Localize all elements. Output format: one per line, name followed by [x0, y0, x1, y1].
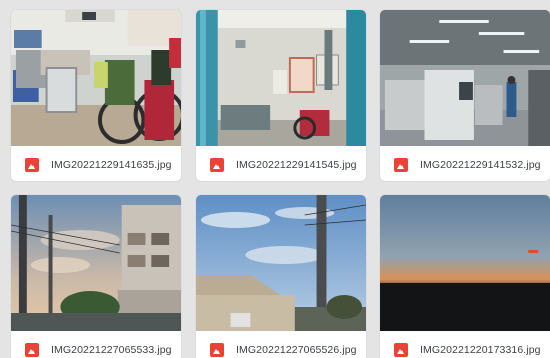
- file-card[interactable]: IMG20221227065526.jpg: [195, 194, 367, 358]
- image-file-icon: [210, 158, 224, 172]
- file-caption: IMG20221229141545.jpg: [196, 147, 366, 181]
- file-name: IMG20221227065526.jpg: [236, 344, 357, 356]
- file-card[interactable]: IMG20221229141635.jpg: [10, 9, 182, 182]
- image-file-icon: [394, 158, 408, 172]
- image-file-icon: [394, 343, 408, 357]
- image-file-icon: [25, 343, 39, 357]
- file-caption: IMG20221229141635.jpg: [11, 147, 181, 181]
- file-caption: IMG20221220173316.jpg: [380, 332, 550, 358]
- file-caption: IMG20221227065526.jpg: [196, 332, 366, 358]
- image-file-icon: [210, 343, 224, 357]
- file-name: IMG20221229141635.jpg: [51, 159, 172, 171]
- file-name: IMG20221227065533.jpg: [51, 344, 172, 356]
- file-grid: IMG20221229141635.jpg IMG20221229141545.…: [0, 0, 550, 358]
- file-card[interactable]: IMG20221229141532.jpg: [379, 9, 550, 182]
- file-name: IMG20221229141545.jpg: [236, 159, 357, 171]
- file-card[interactable]: IMG20221227065533.jpg: [10, 194, 182, 358]
- image-thumbnail[interactable]: [380, 195, 550, 331]
- file-name: IMG20221220173316.jpg: [420, 344, 541, 356]
- file-card[interactable]: IMG20221229141545.jpg: [195, 9, 367, 182]
- file-name: IMG20221229141532.jpg: [420, 159, 541, 171]
- file-caption: IMG20221227065533.jpg: [11, 332, 181, 358]
- image-thumbnail[interactable]: [11, 10, 181, 146]
- image-file-icon: [25, 158, 39, 172]
- file-card[interactable]: IMG20221220173316.jpg: [379, 194, 550, 358]
- file-caption: IMG20221229141532.jpg: [380, 147, 550, 181]
- image-thumbnail[interactable]: [380, 10, 550, 146]
- image-thumbnail[interactable]: [196, 10, 366, 146]
- image-thumbnail[interactable]: [11, 195, 181, 331]
- image-thumbnail[interactable]: [196, 195, 366, 331]
